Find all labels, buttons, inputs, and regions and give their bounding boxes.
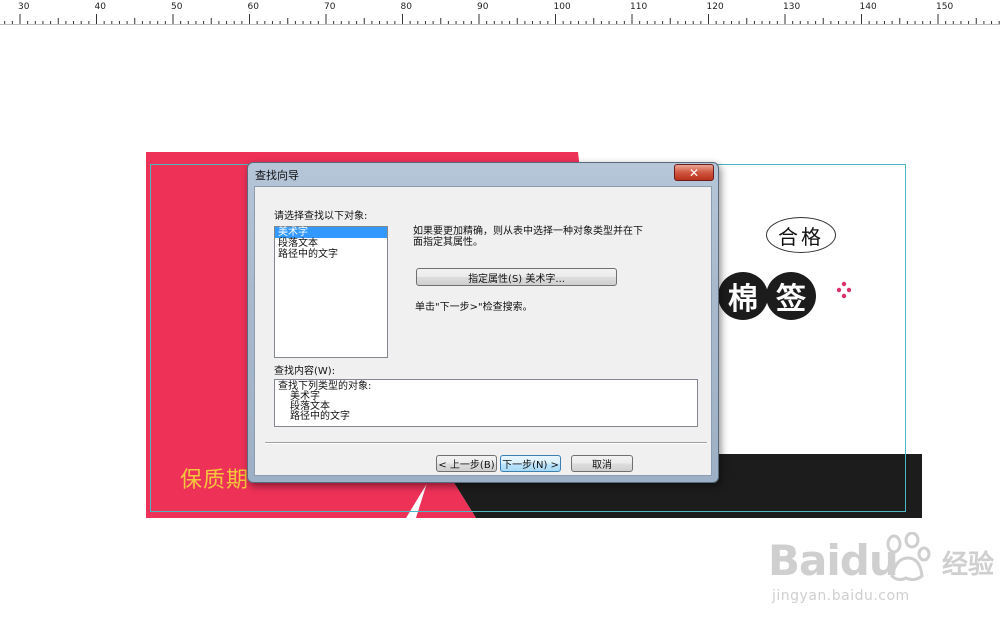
watermark-cn: 经验	[942, 550, 995, 580]
ruler-tick-label: 150	[936, 2, 954, 12]
list-item[interactable]: 段落文本	[275, 238, 387, 249]
product-char-2: 签	[766, 272, 816, 320]
paw-icon	[886, 532, 931, 582]
ruler-tick-label: 90	[477, 2, 489, 12]
close-icon: ✕	[688, 165, 700, 180]
dialog-body: 请选择查找以下对象: 美术字 段落文本 路径中的文字 如果要更加精确，则从表中选…	[254, 186, 712, 476]
content-item: 美术字	[290, 391, 320, 402]
find-wizard-dialog[interactable]: 查找向导 ✕ 请选择查找以下对象: 美术字 段落文本 路径中的文字 如果要更加精…	[247, 162, 719, 483]
baidu-watermark: Baidu 经验 jingyan.baidu.com	[764, 522, 996, 612]
ruler-tick-label: 130	[783, 2, 801, 12]
ruler-tick-label: 60	[247, 2, 259, 12]
list-item[interactable]: 美术字	[275, 227, 387, 238]
dialog-title: 查找向导	[255, 169, 299, 182]
find-content-label: 查找内容(W):	[274, 366, 336, 377]
content-item: 路径中的文字	[290, 411, 350, 422]
description-line: 如果要更加精确，则从表中选择一种对象类型并在下	[413, 226, 643, 237]
ruler-tick-label: 80	[400, 2, 412, 12]
watermark-url: jingyan.baidu.com	[772, 588, 910, 604]
ruler-ticks	[4, 14, 1000, 24]
select-objects-label: 请选择查找以下对象:	[274, 211, 368, 222]
cancel-button[interactable]: 取消	[571, 455, 633, 472]
dialog-titlebar[interactable]: 查找向导 ✕	[248, 163, 718, 185]
close-button[interactable]: ✕	[674, 164, 714, 181]
watermark-brand: Baidu	[768, 536, 899, 585]
divider	[265, 442, 707, 444]
ruler-tick-label: 30	[18, 2, 30, 12]
back-button[interactable]: < 上一步(B)	[436, 455, 497, 472]
ruler-tick-label: 140	[859, 2, 877, 12]
ruler-tick-label: 120	[706, 2, 724, 12]
content-header: 查找下列类型的对象:	[278, 381, 372, 392]
product-char-1: 棉	[718, 272, 768, 320]
flower-ornament-icon	[836, 281, 852, 299]
ruler-tick-label: 50	[171, 2, 183, 12]
find-content-box[interactable]: 查找下列类型的对象: 美术字 段落文本 路径中的文字	[274, 379, 698, 427]
description-text: 如果要更加精确，则从表中选择一种对象类型并在下 面指定其属性。	[413, 226, 653, 248]
ruler-tick-label: 40	[94, 2, 106, 12]
ruler-tick-label: 100	[553, 2, 571, 12]
description-line: 面指定其属性。	[413, 237, 483, 248]
list-item[interactable]: 路径中的文字	[275, 249, 387, 260]
product-title: 棉 签	[718, 272, 816, 320]
qualified-badge: 合格	[766, 217, 836, 253]
expiry-text: 保质期	[180, 468, 250, 493]
next-button[interactable]: 下一步(N) >	[500, 455, 561, 472]
ruler-tick-label: 70	[324, 2, 336, 12]
horizontal-ruler[interactable]: 30 40 50 60 70 80 90 100 110 120 130 140 150	[0, 0, 1000, 25]
specify-properties-button[interactable]: 指定属性(S) 美术字...	[416, 268, 617, 286]
hint-text: 单击"下一步>"检查搜索。	[415, 302, 533, 313]
ruler-tick-label: 110	[630, 2, 648, 12]
object-type-list[interactable]: 美术字 段落文本 路径中的文字	[274, 226, 388, 358]
